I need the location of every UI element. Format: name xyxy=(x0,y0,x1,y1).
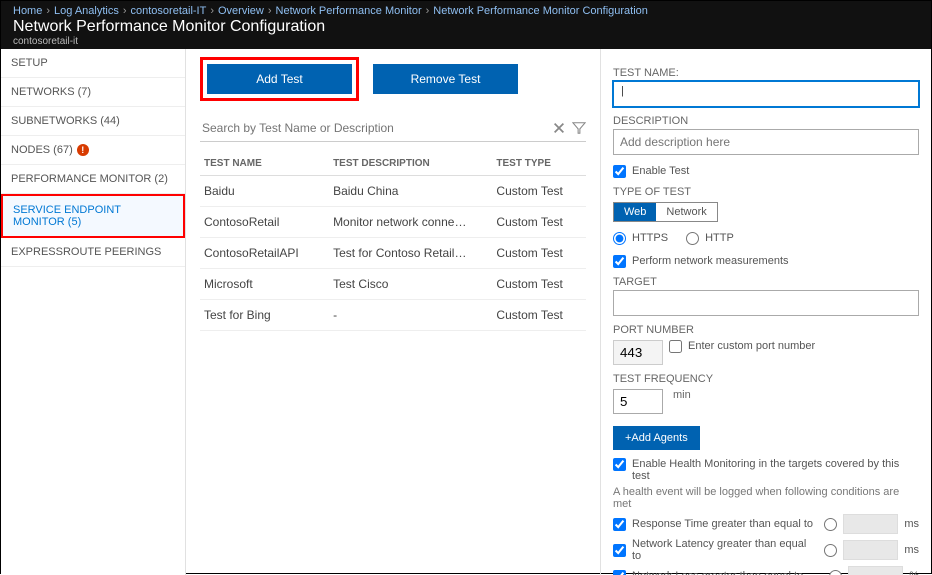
enable-health-checkbox[interactable] xyxy=(613,458,626,471)
sidebar-item-service-endpoint[interactable]: SERVICE ENDPOINT MONITOR (5) xyxy=(1,194,185,238)
target-label: TARGET xyxy=(613,276,919,288)
sidebar-item-label: EXPRESSROUTE PEERINGS xyxy=(11,246,161,258)
frequency-unit: min xyxy=(673,389,691,401)
crumb-workspace[interactable]: contosoretail-IT xyxy=(131,5,207,17)
table-row[interactable]: MicrosoftTest CiscoCustom Test xyxy=(200,269,586,300)
description-input[interactable] xyxy=(613,129,919,155)
frequency-input[interactable] xyxy=(613,389,663,414)
filter-icon[interactable] xyxy=(572,121,586,135)
test-name-label: TEST NAME: xyxy=(613,67,919,79)
remove-test-button[interactable]: Remove Test xyxy=(373,64,518,94)
crumb-home[interactable]: Home xyxy=(13,5,42,17)
col-desc[interactable]: TEST DESCRIPTION xyxy=(329,152,492,176)
sidebar-item-label: PERFORMANCE MONITOR (2) xyxy=(11,173,168,185)
search-input[interactable] xyxy=(200,117,552,139)
perform-network-label: Perform network measurements xyxy=(632,255,789,267)
unit-ms: ms xyxy=(904,544,919,556)
top-header: Home› Log Analytics› contosoretail-IT› O… xyxy=(1,1,931,49)
breadcrumb: Home› Log Analytics› contosoretail-IT› O… xyxy=(13,5,919,17)
sidebar-item-label: SERVICE ENDPOINT MONITOR (5) xyxy=(13,204,173,228)
table-row[interactable]: ContosoRetailAPITest for Contoso Retail…… xyxy=(200,238,586,269)
cond-latency-label: Network Latency greater than equal to xyxy=(632,538,818,562)
center-panel: Add Test Remove Test TEST NAME TEST DESC… xyxy=(186,49,601,575)
crumb-npm[interactable]: Network Performance Monitor xyxy=(276,5,422,17)
col-name[interactable]: TEST NAME xyxy=(200,152,329,176)
type-of-test-label: TYPE OF TEST xyxy=(613,186,919,198)
frequency-label: TEST FREQUENCY xyxy=(613,373,919,385)
port-label: PORT NUMBER xyxy=(613,324,919,336)
unit-ms: ms xyxy=(904,518,919,530)
enable-test-checkbox[interactable] xyxy=(613,165,626,178)
cond-response-radio[interactable] xyxy=(824,518,837,531)
enable-test-label: Enable Test xyxy=(632,165,689,177)
cond-loss-checkbox[interactable] xyxy=(613,570,626,575)
sidebar: SETUP NETWORKS (7) SUBNETWORKS (44) NODE… xyxy=(1,49,186,575)
custom-port-checkbox[interactable] xyxy=(669,340,682,353)
custom-port-label: Enter custom port number xyxy=(688,340,815,352)
text-cursor-icon: | xyxy=(621,85,624,97)
protocol-http-radio[interactable] xyxy=(686,232,699,245)
cond-latency-checkbox[interactable] xyxy=(613,544,626,557)
sidebar-item-label: NODES (67) xyxy=(11,144,73,156)
cond-latency-radio[interactable] xyxy=(824,544,837,557)
sidebar-item-networks[interactable]: NETWORKS (7) xyxy=(1,78,185,107)
clear-icon[interactable] xyxy=(552,121,566,135)
protocol-https-radio[interactable] xyxy=(613,232,626,245)
health-help-text: A health event will be logged when follo… xyxy=(613,486,919,510)
alert-icon: ! xyxy=(77,144,89,156)
crumb-npm-config[interactable]: Network Performance Monitor Configuratio… xyxy=(433,5,648,17)
add-agents-button[interactable]: +Add Agents xyxy=(613,426,700,450)
type-of-test-toggle: Web Network xyxy=(613,202,718,222)
unit-pct: % xyxy=(909,570,919,575)
page-title: Network Performance Monitor Configuratio… xyxy=(13,18,919,36)
page-subtitle: contosoretail-it xyxy=(13,36,919,47)
target-input[interactable] xyxy=(613,290,919,316)
sidebar-item-label: SUBNETWORKS (44) xyxy=(11,115,120,127)
cond-loss-label: Network Loss greater than equal to xyxy=(632,570,823,575)
port-input[interactable] xyxy=(613,340,663,365)
perform-network-checkbox[interactable] xyxy=(613,255,626,268)
tests-table: TEST NAME TEST DESCRIPTION TEST TYPE Bai… xyxy=(200,152,586,331)
crumb-log-analytics[interactable]: Log Analytics xyxy=(54,5,119,17)
sidebar-item-nodes[interactable]: NODES (67) ! xyxy=(1,136,185,165)
details-panel: TEST NAME: | DESCRIPTION Enable Test TYP… xyxy=(601,49,931,575)
type-web-option[interactable]: Web xyxy=(614,203,656,221)
sidebar-item-expressroute[interactable]: EXPRESSROUTE PEERINGS xyxy=(1,238,185,267)
crumb-overview[interactable]: Overview xyxy=(218,5,264,17)
sidebar-item-setup[interactable]: SETUP xyxy=(1,49,185,78)
table-row[interactable]: BaiduBaidu ChinaCustom Test xyxy=(200,176,586,207)
cond-response-checkbox[interactable] xyxy=(613,518,626,531)
protocol-https-label: HTTPS xyxy=(632,232,668,244)
add-test-button[interactable]: Add Test xyxy=(207,64,352,94)
add-test-highlight: Add Test xyxy=(200,57,359,101)
sidebar-item-subnetworks[interactable]: SUBNETWORKS (44) xyxy=(1,107,185,136)
cond-loss-radio[interactable] xyxy=(829,570,842,575)
enable-health-label: Enable Health Monitoring in the targets … xyxy=(632,458,919,482)
col-type[interactable]: TEST TYPE xyxy=(492,152,586,176)
sidebar-item-label: NETWORKS (7) xyxy=(11,86,91,98)
cond-response-value[interactable] xyxy=(843,514,898,534)
table-row[interactable]: Test for Bing-Custom Test xyxy=(200,300,586,331)
type-network-option[interactable]: Network xyxy=(656,203,716,221)
protocol-http-label: HTTP xyxy=(705,232,734,244)
table-row[interactable]: ContosoRetailMonitor network conne…Custo… xyxy=(200,207,586,238)
sidebar-item-perf-monitor[interactable]: PERFORMANCE MONITOR (2) xyxy=(1,165,185,194)
description-label: DESCRIPTION xyxy=(613,115,919,127)
cond-response-label: Response Time greater than equal to xyxy=(632,518,818,530)
test-name-input[interactable] xyxy=(613,81,919,107)
cond-latency-value[interactable] xyxy=(843,540,898,560)
sidebar-item-label: SETUP xyxy=(11,57,48,69)
